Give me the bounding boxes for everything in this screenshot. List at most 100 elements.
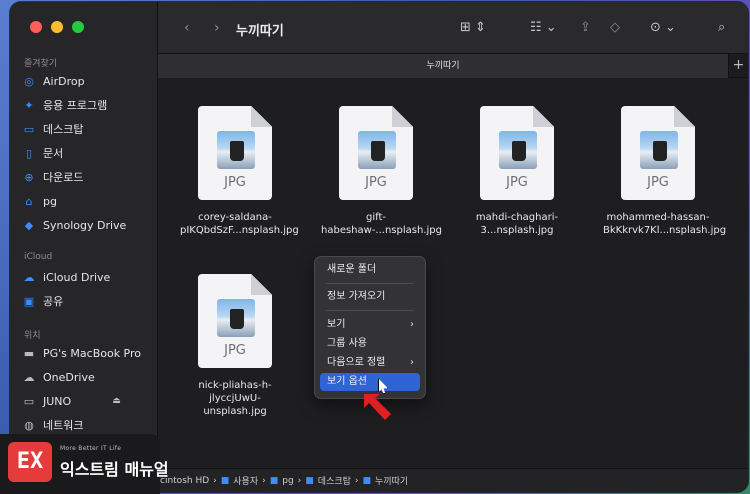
- folder-icon: ■: [269, 475, 279, 486]
- sidebar-item-label: 데스크탑: [43, 123, 84, 136]
- sidebar-item-label: OneDrive: [43, 370, 95, 384]
- chevron-right-icon: ›: [410, 357, 414, 368]
- close-button[interactable]: [30, 21, 42, 33]
- sidebar-item-juno[interactable]: ▭ JUNO ⏏: [22, 391, 121, 411]
- menu-item-sort-by[interactable]: 다음으로 정렬 ›: [320, 354, 420, 372]
- sidebar-item-applications[interactable]: ✦ 응용 프로그램: [22, 95, 107, 115]
- menu-item-view[interactable]: 보기 ›: [320, 316, 420, 334]
- file-name: nick-pliahas-h-jlyccjUwU-unsplash.jpg: [198, 380, 272, 417]
- sidebar-item-macbook[interactable]: ▬ PG's MacBook Pro: [22, 343, 141, 363]
- path-segment[interactable]: 사용자: [233, 474, 258, 487]
- jpg-file-icon: JPG: [339, 106, 413, 200]
- forward-icon[interactable]: ›: [214, 20, 220, 36]
- sidebar-item-label: Synology Drive: [43, 218, 127, 232]
- eject-icon[interactable]: ⏏: [112, 396, 121, 406]
- chevron-right-icon: ›: [410, 319, 414, 330]
- brand-watermark: EX More Better IT Life 익스트림 매뉴얼: [0, 434, 169, 494]
- chevron-right-icon: ›: [213, 475, 217, 486]
- brand-logo: EX: [8, 442, 52, 482]
- menu-separator: [326, 283, 414, 284]
- file-item[interactable]: JPG mohammed-hassan-BkKkrvk7Kl...nsplash…: [603, 106, 727, 237]
- jpg-file-icon: JPG: [480, 106, 554, 200]
- drive-icon: ▭: [23, 394, 35, 408]
- desktop-icon: ▭: [23, 122, 35, 136]
- sidebar-item-label: 공유: [43, 295, 64, 308]
- menu-item-get-info[interactable]: 정보 가져오기: [320, 288, 420, 306]
- menu-item-use-groups[interactable]: 그룹 사용: [320, 335, 420, 353]
- file-name: mohammed-hassan-BkKkrvk7Kl...nsplash.jpg: [603, 212, 727, 236]
- sidebar-item-downloads[interactable]: ⊕ 다운로드: [22, 167, 83, 187]
- zoom-button[interactable]: [72, 21, 84, 33]
- menu-item-label: 보기: [327, 319, 346, 330]
- group-icon[interactable]: ☷ ⌄: [530, 20, 557, 35]
- sidebar-item-icloud-drive[interactable]: ☁ iCloud Drive: [22, 267, 111, 287]
- sidebar-item-desktop[interactable]: ▭ 데스크탑: [22, 119, 84, 139]
- search-icon[interactable]: ⌕: [718, 20, 725, 35]
- shared-folder-icon: ▣: [23, 294, 35, 308]
- jpg-file-icon: JPG: [198, 106, 272, 200]
- chevron-right-icon: ›: [354, 475, 359, 486]
- document-icon: ▯: [25, 146, 33, 160]
- airdrop-icon: ◎: [24, 74, 34, 88]
- sidebar-item-label: AirDrop: [43, 74, 85, 88]
- sidebar-item-documents[interactable]: ▯ 문서: [22, 143, 63, 163]
- new-tab-icon[interactable]: +: [728, 54, 748, 78]
- brand-name: 익스트림 매뉴얼: [60, 460, 169, 479]
- cloud-icon: ☁: [23, 370, 35, 384]
- sidebar-item-network[interactable]: ◍ 네트워크: [22, 415, 83, 435]
- sidebar-item-label: pg: [43, 194, 57, 208]
- sidebar-item-airdrop[interactable]: ◎ AirDrop: [22, 71, 85, 91]
- menu-item-view-options[interactable]: 보기 옵션: [320, 373, 420, 391]
- more-actions-icon[interactable]: ⊙ ⌄: [650, 20, 676, 35]
- laptop-icon: ▬: [23, 346, 35, 360]
- sidebar: 즐겨찾기 ◎ AirDrop ✦ 응용 프로그램 ▭ 데스크탑 ▯ 문서 ⊕ 다운로드 ⌂…: [10, 2, 158, 492]
- minimize-button[interactable]: [51, 21, 63, 33]
- home-icon: ⌂: [25, 194, 33, 208]
- tab-current-folder[interactable]: 누끼따기: [158, 54, 728, 78]
- sidebar-item-synology[interactable]: ◆ Synology Drive: [22, 215, 127, 235]
- synology-icon: ◆: [24, 218, 34, 232]
- network-icon: ◍: [24, 418, 34, 432]
- sidebar-item-home[interactable]: ⌂ pg: [22, 191, 57, 211]
- file-item[interactable]: JPG gift-habeshaw-...nsplash.jpg: [321, 106, 442, 237]
- window-controls: [30, 21, 84, 33]
- toolbar: ‹ › 누끼따기 ⊞ ⇕ ☷ ⌄ ⇪ ◇ ⊙ ⌄ ⌕: [158, 2, 748, 54]
- brand-tagline: More Better IT Life: [60, 445, 122, 452]
- folder-icon: ■: [305, 475, 314, 486]
- tag-icon[interactable]: ◇: [610, 20, 620, 35]
- menu-separator: [326, 310, 414, 311]
- locations-section-label: 위치: [24, 331, 41, 341]
- cloud-icon: ☁: [23, 270, 35, 284]
- path-segment[interactable]: 누끼따기: [375, 474, 408, 487]
- view-grid-icon[interactable]: ⊞ ⇕: [460, 20, 486, 35]
- jpg-file-icon: JPG: [198, 274, 272, 368]
- path-bar: cintosh HD › ■ 사용자 › ■ pg › ■ 데스크탑 › ■ 누…: [158, 468, 748, 492]
- chevron-right-icon: ›: [262, 475, 266, 486]
- file-item[interactable]: JPG corey-saldana-pIKQbdSzF...nsplash.jp…: [180, 106, 299, 237]
- sidebar-item-label: PG's MacBook Pro: [43, 346, 142, 360]
- share-icon[interactable]: ⇪: [580, 20, 591, 35]
- sidebar-item-label: 네트워크: [43, 419, 84, 432]
- sidebar-item-shared[interactable]: ▣ 공유: [22, 291, 63, 311]
- jpg-file-icon: JPG: [621, 106, 695, 200]
- sidebar-item-label: 응용 프로그램: [43, 99, 108, 112]
- back-icon[interactable]: ‹: [184, 20, 190, 36]
- path-segment[interactable]: 데스크탑: [318, 474, 351, 487]
- menu-item-new-folder[interactable]: 새로운 폴더: [320, 261, 420, 279]
- window-title: 누끼따기: [236, 24, 284, 39]
- download-icon: ⊕: [24, 170, 34, 184]
- apps-icon: ✦: [24, 98, 34, 112]
- tab-bar: 누끼따기 +: [158, 54, 748, 78]
- chevron-right-icon: ›: [297, 475, 302, 486]
- file-item[interactable]: JPG mahdi-chaghari-3...nsplash.jpg: [462, 106, 572, 237]
- sidebar-item-onedrive[interactable]: ☁ OneDrive: [22, 367, 95, 387]
- file-item[interactable]: JPG nick-pliahas-h-jlyccjUwU-unsplash.jp…: [180, 274, 290, 418]
- file-name: gift-habeshaw-...nsplash.jpg: [321, 212, 442, 236]
- folder-icon: ■: [362, 475, 372, 486]
- folder-icon: ■: [220, 475, 230, 486]
- favorites-section-label: 즐겨찾기: [24, 59, 58, 69]
- sidebar-item-label: iCloud Drive: [43, 270, 111, 284]
- sidebar-item-label: 문서: [43, 147, 64, 160]
- red-arrow-icon: [364, 394, 391, 420]
- path-segment[interactable]: pg: [282, 476, 293, 486]
